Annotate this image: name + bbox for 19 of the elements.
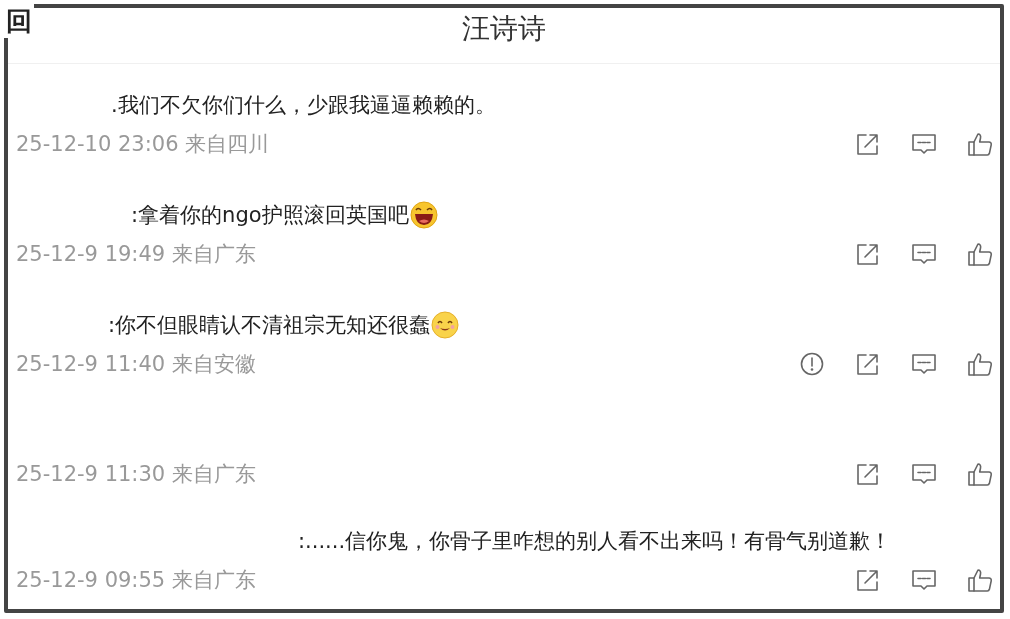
comment-meta: 25-12-9 19:49 来自广东	[16, 241, 256, 268]
like-icon[interactable]	[966, 566, 994, 594]
corner-mark: 回	[4, 4, 34, 38]
comment-meta: 25-12-9 11:30 来自广东	[16, 461, 256, 488]
comment-text: :......信你鬼，你骨子里咋想的别人看不出来吗！有骨气别道歉！	[298, 528, 892, 555]
like-icon[interactable]	[966, 240, 994, 268]
like-icon[interactable]	[966, 350, 994, 378]
comment-text: .我们不欠你们什么，少跟我逼逼赖赖的。	[111, 92, 496, 119]
comment-text: :拿着你的ngo护照滚回英国吧	[131, 202, 409, 229]
like-icon[interactable]	[966, 460, 994, 488]
comment-text: :你不但眼睛认不清祖宗无知还很蠢	[108, 312, 431, 339]
laughing-emoji-icon	[409, 201, 438, 229]
comment-meta: 25-12-9 09:55 来自广东	[16, 567, 256, 594]
comment-meta: 25-12-9 11:40 来自安徽	[16, 351, 256, 378]
comment-meta: 25-12-10 23:06 来自四川	[16, 131, 270, 158]
page-title: 汪诗诗	[462, 11, 546, 47]
alert-icon[interactable]	[798, 350, 826, 378]
smiling-emoji-icon	[431, 311, 460, 339]
like-icon[interactable]	[966, 130, 994, 158]
